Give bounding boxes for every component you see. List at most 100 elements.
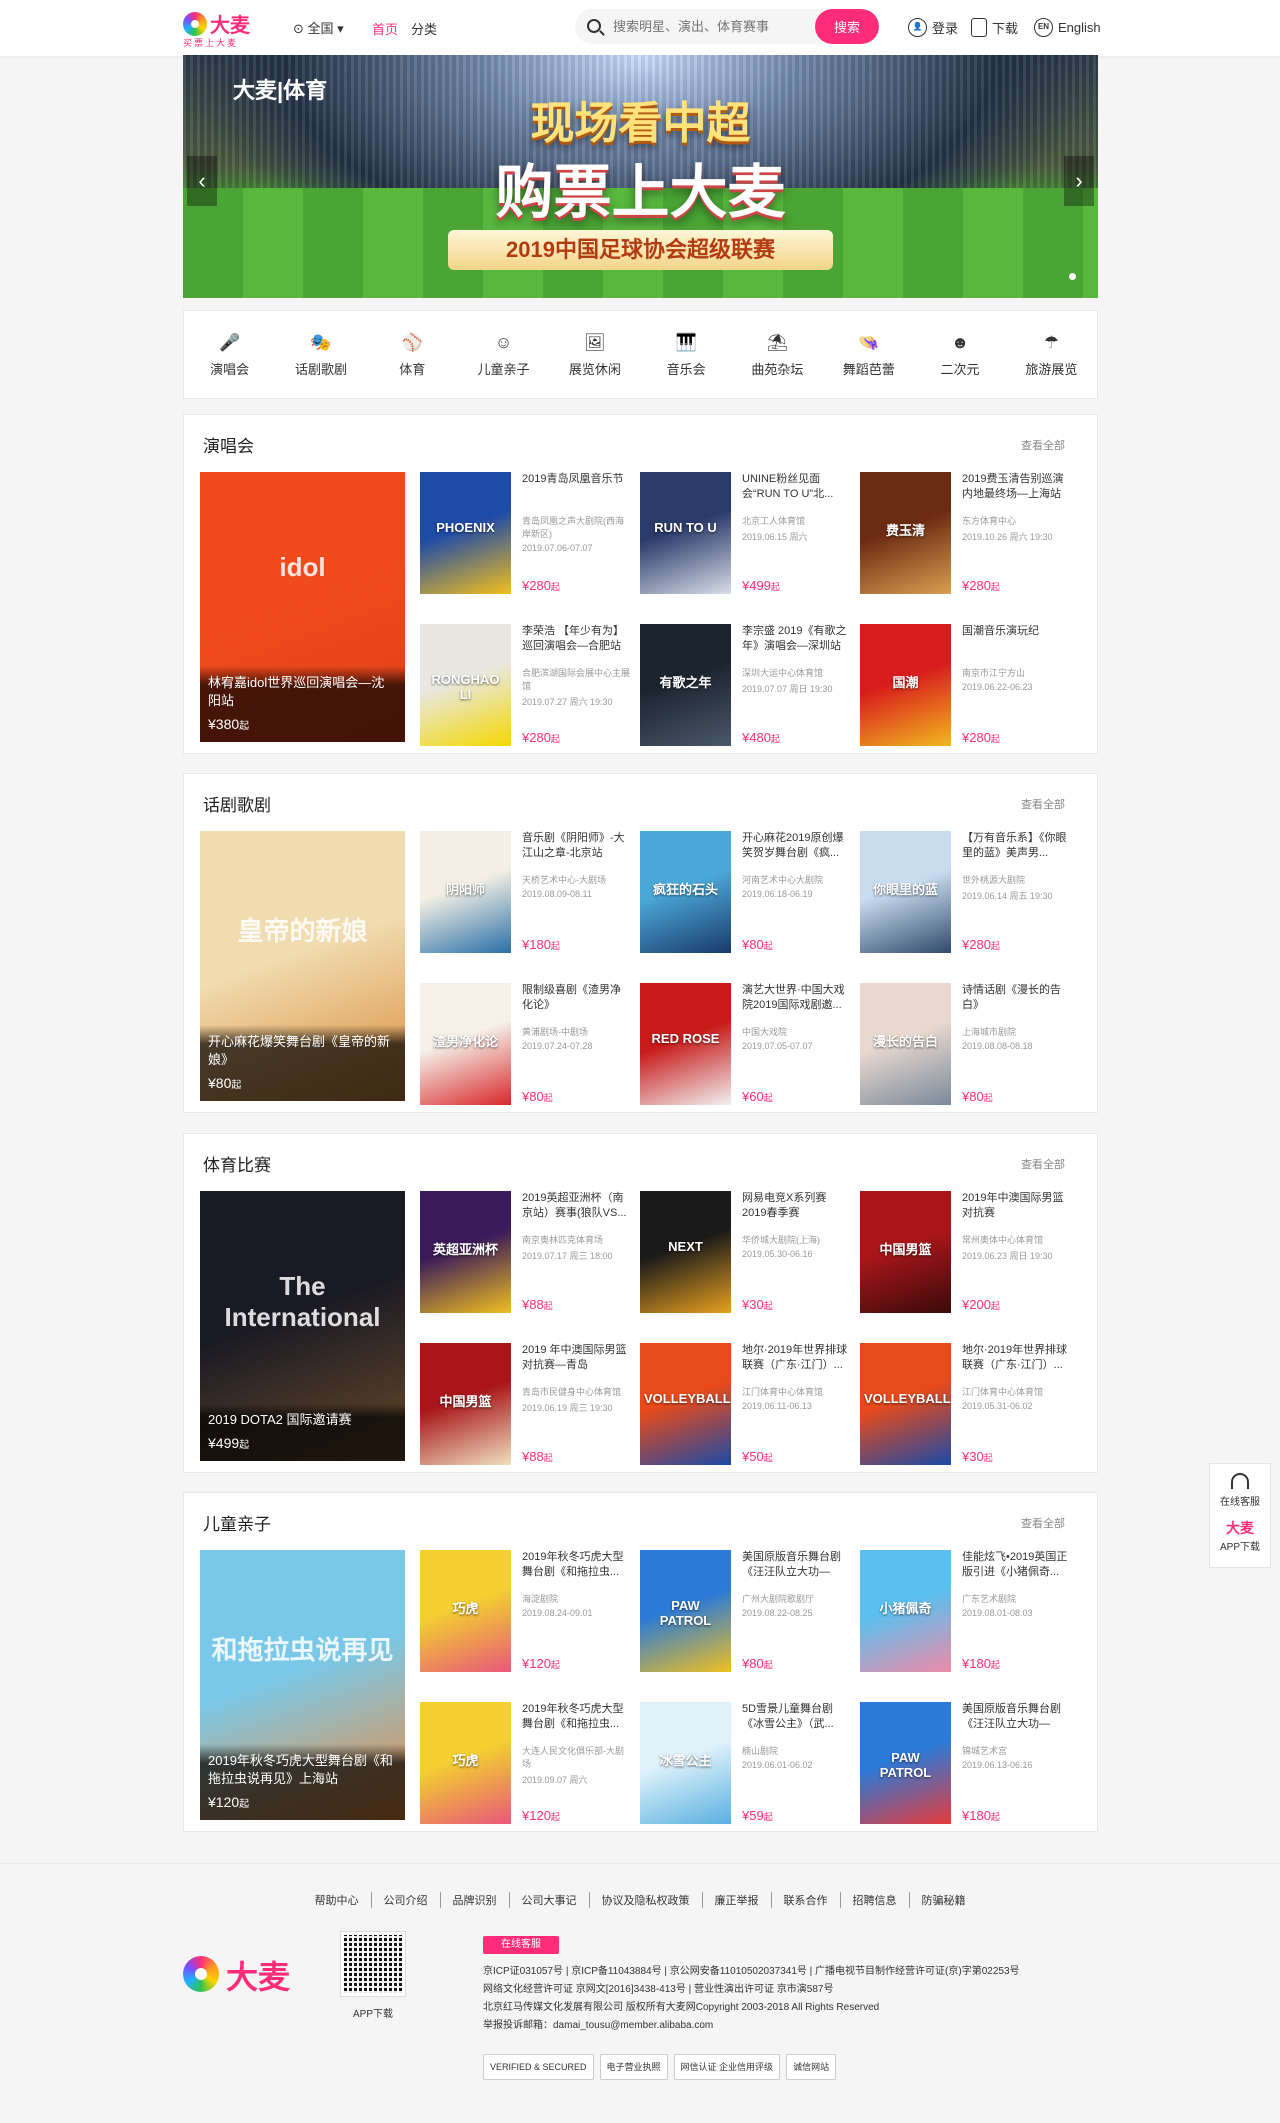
event-title[interactable]: 开心麻花2019原创爆笑贺岁舞台剧《疯... <box>742 831 850 861</box>
event-poster[interactable]: PAW PATROL <box>860 1702 951 1824</box>
download-link[interactable]: 下载 <box>971 18 1018 37</box>
event-title[interactable]: 国潮音乐演玩纪 <box>962 624 1070 639</box>
footer-link[interactable]: 防骗秘籍 <box>910 1892 978 1908</box>
event-poster[interactable]: 阴阳师 <box>420 831 511 953</box>
event-card[interactable]: 费玉清 2019费玉清告别巡演内地最终场—上海站 东方体育中心 2019.10.26 … <box>860 472 1070 594</box>
category-piano[interactable]: 🎹 音乐会 <box>640 311 731 398</box>
category-fan[interactable]: ⛱ 曲苑杂坛 <box>732 311 823 398</box>
footer-online-service[interactable]: 在线客服 <box>483 1936 559 1954</box>
footer-link[interactable]: 招聘信息 <box>841 1892 910 1908</box>
event-poster[interactable]: RONGHAO LI <box>420 624 511 746</box>
search-button[interactable]: 搜索 <box>815 9 879 44</box>
featured-event[interactable]: idol 林宥嘉idol世界巡回演唱会—沈阳站 ¥380起 <box>200 472 405 742</box>
featured-event[interactable]: 和拖拉虫说再见 2019年秋冬巧虎大型舞台剧《和拖拉虫说再见》上海站 ¥120起 <box>200 1550 405 1820</box>
view-all-link[interactable]: 查看全部 <box>1021 437 1065 453</box>
event-title[interactable]: UNINE粉丝见面会“RUN TO U”北... <box>742 472 850 502</box>
event-title[interactable]: 李宗盛 2019《有歌之年》演唱会—深圳站 <box>742 624 850 654</box>
event-title[interactable]: 李荣浩 【年少有为】巡回演唱会—合肥站 <box>522 624 630 654</box>
event-title[interactable]: 2019年秋冬巧虎大型舞台剧《和拖拉虫... <box>522 1550 630 1580</box>
cert-badge[interactable]: 诚信网站 <box>786 2054 837 2080</box>
event-poster[interactable]: 英超亚洲杯 <box>420 1191 511 1313</box>
category-ball[interactable]: ⚾ 体育 <box>367 311 458 398</box>
city-selector[interactable]: ⊙ 全国 ▾ <box>293 18 344 37</box>
event-card[interactable]: PAW PATROL 美国原版音乐舞台剧《汪汪队立大功—救... 锦城艺术宫 2019… <box>860 1702 1070 1824</box>
event-title[interactable]: 2019年中澳国际男篮对抗赛 <box>962 1191 1070 1221</box>
event-card[interactable]: 巧虎 2019年秋冬巧虎大型舞台剧《和拖拉虫... 海淀剧院 2019.08.24-0… <box>420 1550 630 1672</box>
event-poster[interactable]: PAW PATROL <box>640 1550 731 1672</box>
event-title[interactable]: 佳能炫飞•2019英国正版引进《小猪佩奇... <box>962 1550 1070 1580</box>
banner-next-arrow-icon[interactable]: › <box>1064 156 1094 206</box>
event-poster[interactable]: 有歌之年 <box>640 624 731 746</box>
event-title[interactable]: 网易电竞X系列赛2019春季赛 <box>742 1191 850 1221</box>
event-card[interactable]: 小猪佩奇 佳能炫飞•2019英国正版引进《小猪佩奇... 广东艺术剧院 2019.08… <box>860 1550 1070 1672</box>
footer-link[interactable]: 公司大事记 <box>510 1892 590 1908</box>
search-input[interactable] <box>613 9 793 44</box>
event-poster[interactable]: 小猪佩奇 <box>860 1550 951 1672</box>
event-poster[interactable]: 漫长的告白 <box>860 983 951 1105</box>
cert-badge[interactable]: 电子营业执照 <box>599 2054 668 2080</box>
online-service-link[interactable]: 在线客服 <box>1210 1493 1270 1508</box>
event-title[interactable]: 2019费玉清告别巡演内地最终场—上海站 <box>962 472 1070 502</box>
view-all-link[interactable]: 查看全部 <box>1021 796 1065 812</box>
footer-link[interactable]: 帮助中心 <box>303 1892 372 1908</box>
event-card[interactable]: NEXT 网易电竞X系列赛2019春季赛 华侨城大剧院(上海) 2019.05.30-… <box>640 1191 850 1313</box>
event-poster[interactable]: 冰雪公主 <box>640 1702 731 1824</box>
event-poster[interactable]: 中国男篮 <box>860 1191 951 1313</box>
event-card[interactable]: 阴阳师 音乐剧《阴阳师》-大江山之章-北京站 天桥艺术中心-大剧场 2019.08.0… <box>420 831 630 953</box>
event-title[interactable]: 美国原版音乐舞台剧《汪汪队立大功—救... <box>962 1702 1070 1732</box>
damai-logo[interactable]: 大麦 买票上大麦 <box>183 9 253 48</box>
event-title[interactable]: 2019年秋冬巧虎大型舞台剧《和拖拉虫... <box>522 1702 630 1732</box>
event-title[interactable]: 2019 年中澳国际男篮对抗赛—青岛 <box>522 1343 630 1373</box>
event-card[interactable]: 中国男篮 2019年中澳国际男篮对抗赛 常州奥体中心体育馆 2019.06.23 周日… <box>860 1191 1070 1313</box>
view-all-link[interactable]: 查看全部 <box>1021 1156 1065 1172</box>
category-mask[interactable]: 🎭 话剧歌剧 <box>275 311 366 398</box>
category-umbrella[interactable]: ☂ 旅游展览 <box>1006 311 1097 398</box>
footer-link[interactable]: 品牌识别 <box>441 1892 510 1908</box>
event-title[interactable]: 演艺大世界·中国大戏院2019国际戏剧邀... <box>742 983 850 1013</box>
footer-link[interactable]: 联系合作 <box>772 1892 841 1908</box>
cert-badge[interactable]: VERIFIED & SECURED <box>483 2054 594 2080</box>
cert-badge[interactable]: 网信认证 企业信用评级 <box>673 2054 781 2080</box>
event-card[interactable]: 英超亚洲杯 2019英超亚洲杯（南京站）赛事(狼队VS... 南京奥林匹克体育场 20… <box>420 1191 630 1313</box>
footer-link[interactable]: 廉正举报 <box>703 1892 772 1908</box>
event-poster[interactable]: 渣男净化论 <box>420 983 511 1105</box>
english-link[interactable]: EN English <box>1034 18 1101 37</box>
hero-banner[interactable]: 大麦|体育 现场看中超 购票上大麦 2019中国足球协会超级联赛 ‹ › <box>183 55 1098 298</box>
event-card[interactable]: 疯狂的石头 开心麻花2019原创爆笑贺岁舞台剧《疯... 河南艺术中心大剧院 2019… <box>640 831 850 953</box>
event-poster[interactable]: RUN TO U <box>640 472 731 594</box>
login-link[interactable]: 👤 登录 <box>908 18 958 37</box>
category-picture[interactable]: 🖼 展览休闲 <box>549 311 640 398</box>
nav-home[interactable]: 首页 <box>372 19 398 38</box>
event-poster[interactable]: PHOENIX <box>420 472 511 594</box>
banner-prev-arrow-icon[interactable]: ‹ <box>187 156 217 206</box>
side-app-download[interactable]: APP下载 <box>1210 1538 1270 1553</box>
banner-pagination-dot[interactable] <box>1069 273 1076 280</box>
event-poster[interactable]: 费玉清 <box>860 472 951 594</box>
event-poster[interactable]: RED ROSE <box>640 983 731 1105</box>
event-title[interactable]: 音乐剧《阴阳师》-大江山之章-北京站 <box>522 831 630 861</box>
event-poster[interactable]: 国潮 <box>860 624 951 746</box>
event-poster[interactable]: 巧虎 <box>420 1702 511 1824</box>
event-card[interactable]: 冰雪公主 5D雪景儿童舞台剧《冰雪公主》（武... 楠山剧院 2019.06.01-0… <box>640 1702 850 1824</box>
event-card[interactable]: PAW PATROL 美国原版音乐舞台剧《汪汪队立大功—救... 广州大剧院歌剧厅 2… <box>640 1550 850 1672</box>
event-title[interactable]: 诗情话剧《漫长的告白》 <box>962 983 1070 1013</box>
nav-category[interactable]: 分类 <box>411 19 437 38</box>
event-poster[interactable]: 疯狂的石头 <box>640 831 731 953</box>
event-card[interactable]: RONGHAO LI 李荣浩 【年少有为】巡回演唱会—合肥站 合肥滨湖国际会展中心主… <box>420 624 630 746</box>
event-card[interactable]: RED ROSE 演艺大世界·中国大戏院2019国际戏剧邀... 中国大戏院 2019… <box>640 983 850 1105</box>
category-anime[interactable]: ☻ 二次元 <box>914 311 1005 398</box>
event-title[interactable]: 5D雪景儿童舞台剧《冰雪公主》（武... <box>742 1702 850 1732</box>
event-title[interactable]: 美国原版音乐舞台剧《汪汪队立大功—救... <box>742 1550 850 1580</box>
featured-event[interactable]: 皇帝的新娘 开心麻花爆笑舞台剧《皇帝的新娘》 ¥80起 <box>200 831 405 1101</box>
event-title[interactable]: 2019青岛凤凰音乐节 <box>522 472 630 487</box>
event-title[interactable]: 【万有音乐系】《你眼里的蓝》美声男... <box>962 831 1070 861</box>
event-card[interactable]: 有歌之年 李宗盛 2019《有歌之年》演唱会—深圳站 深圳大运中心体育馆 2019.0… <box>640 624 850 746</box>
event-card[interactable]: PHOENIX 2019青岛凤凰音乐节 青岛凤凰之声大剧院(西海岸新区) 2019.0… <box>420 472 630 594</box>
event-title[interactable]: 地尔·2019年世界排球联赛（广东·江门）... <box>962 1343 1070 1373</box>
event-poster[interactable]: VOLLEYBALL <box>640 1343 731 1465</box>
event-poster[interactable]: 巧虎 <box>420 1550 511 1672</box>
event-poster[interactable]: 你眼里的蓝 <box>860 831 951 953</box>
category-mic[interactable]: 🎤 演唱会 <box>184 311 275 398</box>
event-card[interactable]: 国潮 国潮音乐演玩纪 南京市江宁方山 2019.06.22-06.23 ¥280起 <box>860 624 1070 746</box>
view-all-link[interactable]: 查看全部 <box>1021 1515 1065 1531</box>
